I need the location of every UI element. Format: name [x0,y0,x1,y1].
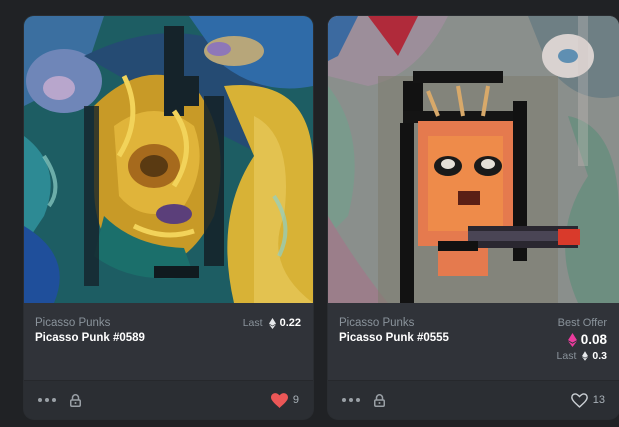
weth-icon [567,332,577,347]
like-count: 9 [292,394,299,406]
eth-icon [268,317,276,329]
lock-icon[interactable] [70,393,81,407]
lock-icon[interactable] [374,393,385,407]
like-button[interactable]: 13 [570,381,605,419]
like-count: 13 [592,394,605,406]
more-icon[interactable] [38,398,56,402]
collection-name[interactable]: Picasso Punks [35,317,110,329]
like-button[interactable]: 9 [270,381,299,419]
heart-icon [570,392,588,408]
heart-icon [270,392,288,408]
last-price-value: 0.22 [279,317,301,329]
price-block: Best Offer 0.08 Last 0.3 [557,317,607,362]
collection-name[interactable]: Picasso Punks [339,317,414,329]
card-footer: 9 [24,380,313,419]
card-footer: 13 [328,380,619,419]
best-offer-value: 0.08 [580,332,607,347]
nft-image[interactable] [24,16,313,303]
nft-title[interactable]: Picasso Punk #0555 [339,332,449,344]
price-block: Last 0.22 [243,317,301,329]
best-offer-label: Best Offer [557,317,607,329]
last-price-value: 0.3 [592,350,607,362]
nft-card[interactable]: Picasso Punks Picasso Punk #0589 Last 0.… [24,16,313,419]
eth-icon [582,351,589,361]
nft-card[interactable]: Picasso Punks Picasso Punk #0555 Best Of… [328,16,619,419]
nft-image[interactable] [328,16,619,303]
more-icon[interactable] [342,398,360,402]
last-price-label: Last [556,350,577,362]
nft-grid: Picasso Punks Picasso Punk #0589 Last 0.… [0,0,619,427]
nft-title[interactable]: Picasso Punk #0589 [35,332,145,344]
last-price-label: Last [242,317,263,329]
